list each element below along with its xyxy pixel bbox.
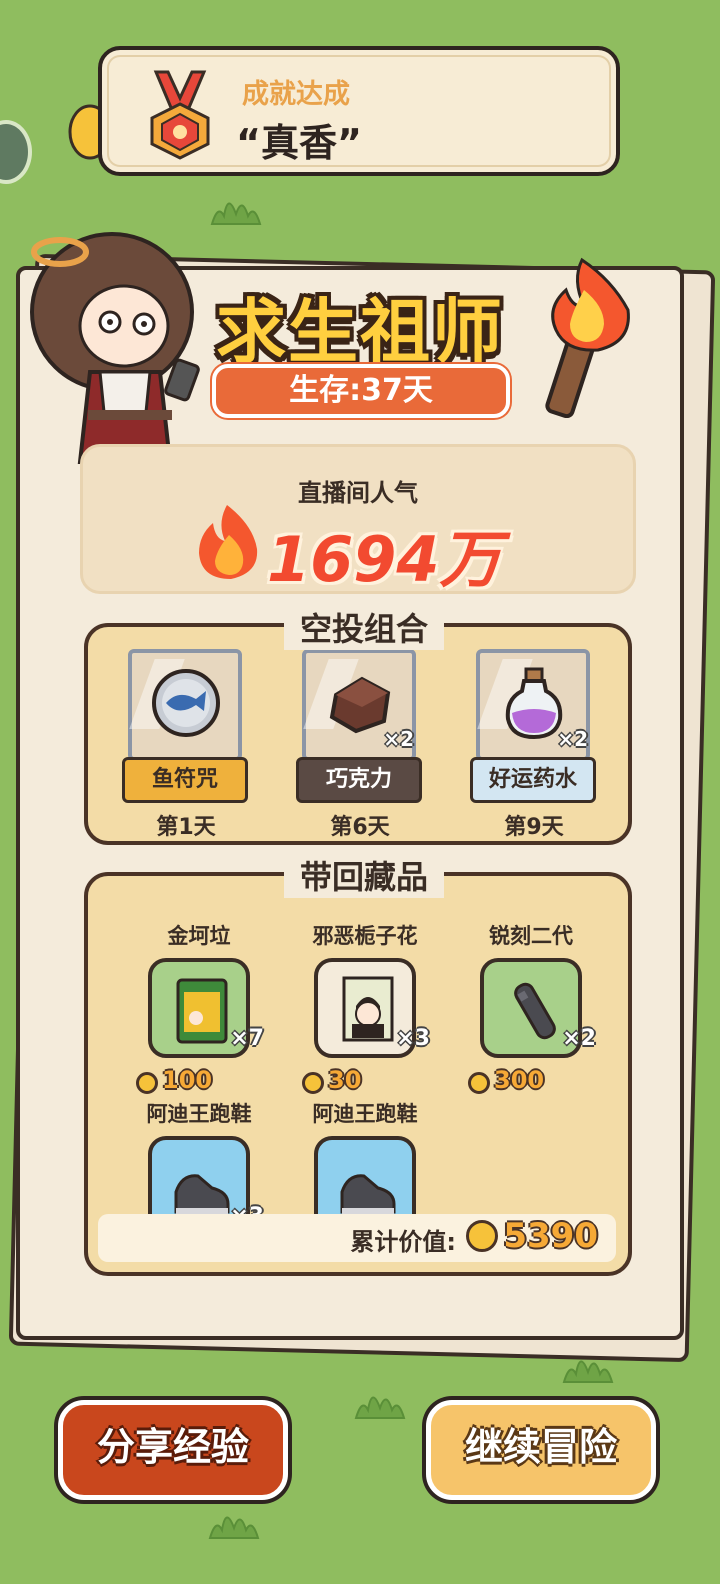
coin-icon <box>302 1072 324 1094</box>
airdrop-item-qty: ×2 <box>557 727 588 751</box>
airdrop-section: 鱼符咒 第1天 ×2 巧克力 第6天 ×2 好运药水 第9天 <box>84 623 632 845</box>
result-title: 求生祖师 <box>216 291 504 373</box>
grass-tuft-icon <box>354 1396 406 1419</box>
airdrop-item-day: 第9天 <box>504 815 564 840</box>
survival-days-badge: 生存:37天 <box>212 364 510 418</box>
collection-item-name: 金坷垃 <box>167 924 231 948</box>
share-experience-button[interactable]: 分享经验 <box>58 1400 288 1500</box>
medal-icon <box>150 70 210 160</box>
airdrop-item-day: 第6天 <box>330 815 390 840</box>
collection-item-price: 100 <box>136 1066 212 1094</box>
airdrop-item-day: 第1天 <box>156 815 216 840</box>
fish-amulet-icon <box>152 669 220 737</box>
collection-item-price: 30 <box>302 1066 361 1094</box>
popularity-panel: 直播间人气 1694万 <box>80 444 636 596</box>
total-value-label: 累计价值: <box>350 1228 456 1256</box>
popularity-label: 直播间人气 <box>298 479 418 507</box>
airdrop-item-name: 巧克力 <box>296 757 422 803</box>
airdrop-title: 空投组合 <box>284 604 444 650</box>
coin-icon <box>468 1072 490 1094</box>
achievement-banner: 成就达成 “真香” <box>98 46 620 176</box>
airdrop-item-qty: ×2 <box>383 727 414 751</box>
achievement-label: 成就达成 <box>242 79 350 110</box>
achievement-title: “真香” <box>236 121 362 165</box>
collection-title: 带回藏品 <box>284 852 444 898</box>
collection-item-card: ×7 <box>148 958 264 1058</box>
collection-item-name: 邪恶栀子花 <box>312 924 418 948</box>
side-bot-icon[interactable] <box>0 120 32 184</box>
coin-icon <box>466 1220 498 1252</box>
coin-icon <box>136 1072 158 1094</box>
collection-item-qty: ×7 <box>230 1026 264 1051</box>
airdrop-item-name: 好运药水 <box>470 757 596 803</box>
collection-item-card: ×3 <box>314 958 430 1058</box>
fertilizer-bag-icon <box>176 978 228 1044</box>
collection-item-price: 300 <box>468 1066 544 1094</box>
collection-item-qty: ×3 <box>396 1026 430 1051</box>
collection-item-name: 锐刻二代 <box>489 924 573 948</box>
portrait-card-icon <box>342 976 394 1042</box>
airdrop-item-name: 鱼符咒 <box>122 757 248 803</box>
collection-item-qty: ×2 <box>562 1026 596 1051</box>
flame-icon <box>199 505 258 579</box>
character-avatar <box>30 232 200 478</box>
grass-tuft-icon <box>208 1516 260 1539</box>
collection-item-name: 阿迪王跑鞋 <box>312 1102 418 1126</box>
grass-tuft-icon <box>210 202 262 225</box>
total-value-bar: 累计价值: 5390 <box>98 1214 616 1262</box>
collection-item-name: 阿迪王跑鞋 <box>146 1102 252 1126</box>
popularity-value: 1694万 <box>267 523 502 596</box>
collection-item-card: ×2 <box>480 958 596 1058</box>
total-value-amount: 5390 <box>503 1216 598 1256</box>
e-cig-icon <box>514 982 556 1040</box>
torch-icon <box>545 257 630 418</box>
continue-adventure-button[interactable]: 继续冒险 <box>426 1400 656 1500</box>
